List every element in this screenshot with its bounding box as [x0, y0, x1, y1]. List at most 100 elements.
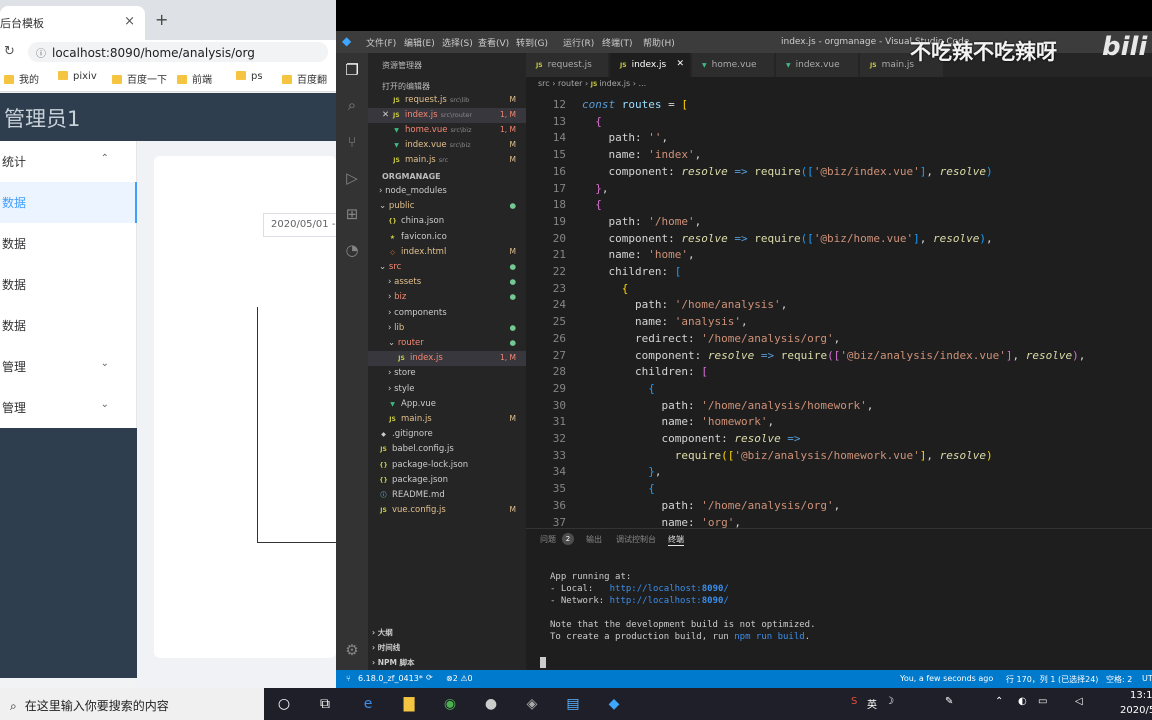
breadcrumb-item[interactable]: ... — [639, 79, 647, 88]
breadcrumb-item[interactable]: index.js — [599, 79, 630, 88]
menu-item[interactable]: 帮助(H) — [643, 36, 675, 49]
folder-item[interactable]: › style — [368, 382, 526, 397]
code-editor[interactable]: 12 const routes = [13 {14 path: '', 15 nam… — [526, 92, 1152, 528]
source-control-icon[interactable]: ⑂ — [343, 133, 361, 151]
sidebar-menu-item[interactable]: 管理 ⌄ — [0, 387, 137, 428]
menu-item[interactable]: 转到(G) — [516, 36, 548, 49]
bookmark-item[interactable]: 我的 — [4, 71, 39, 86]
chevron-up-icon[interactable]: ⌃ — [995, 696, 1003, 707]
file-item[interactable]: {} package.json — [368, 473, 526, 488]
edge-icon[interactable]: e — [357, 693, 379, 715]
breadcrumb-item[interactable]: src — [538, 79, 550, 88]
explorer-section-header[interactable]: › 时间线 — [368, 640, 526, 655]
network-icon[interactable]: ▭ — [1038, 696, 1047, 707]
app-book-icon[interactable]: ▤ — [562, 693, 584, 715]
folder-item[interactable]: › biz ● — [368, 290, 526, 305]
folder-item[interactable]: › node_modules — [368, 184, 526, 199]
menu-item[interactable]: 选择(S) — [442, 36, 473, 49]
menu-item[interactable]: 查看(V) — [478, 36, 509, 49]
new-tab-button[interactable]: + — [155, 10, 168, 29]
editor-tab[interactable]: JS index.js ✕ — [610, 53, 691, 77]
clock-date[interactable]: 2020/5 — [1120, 705, 1152, 716]
menu-item[interactable]: 运行(R) — [563, 36, 594, 49]
file-item[interactable]: ★ favicon.ico — [368, 230, 526, 245]
folder-item[interactable]: ⌄ public ● — [368, 199, 526, 214]
panel-tab[interactable]: 终端 — [668, 534, 684, 546]
url-field[interactable]: ⓘ localhost:8090/home/analysis/org — [28, 42, 328, 62]
open-editor-item[interactable]: ▼ home.vue src\biz 1, M — [368, 123, 526, 138]
browser-tab[interactable]: 后台模板 × — [0, 6, 145, 40]
menu-item[interactable]: 终端(T) — [602, 36, 633, 49]
clock-time[interactable]: 13:1 — [1130, 690, 1152, 701]
sogou-icon[interactable]: S — [851, 696, 857, 707]
open-editor-item[interactable]: ▼ index.vue src\biz M — [368, 138, 526, 153]
cortana-icon[interactable]: ○ — [273, 693, 295, 715]
file-item[interactable]: JS babel.config.js — [368, 442, 526, 457]
file-item[interactable]: JS vue.config.js M — [368, 503, 526, 518]
file-item[interactable]: JS main.js M — [368, 412, 526, 427]
git-branch[interactable]: 6.18.0_zf_0413* — [358, 674, 423, 683]
bookmark-item[interactable]: ps — [236, 71, 263, 82]
gear-icon[interactable]: ⚙ — [343, 641, 361, 659]
timeline-icon[interactable]: ◔ — [343, 241, 361, 259]
file-item[interactable]: ⓘ README.md — [368, 488, 526, 503]
file-item[interactable]: {} china.json — [368, 214, 526, 229]
file-explorer-icon[interactable]: ▇ — [398, 693, 420, 715]
app-icon[interactable]: ◈ — [521, 693, 543, 715]
panel-tab[interactable]: 问题 — [540, 534, 556, 545]
task-view-icon[interactable]: ⧉ — [314, 693, 336, 715]
shield-icon[interactable]: ◐ — [1018, 696, 1027, 707]
editor-tab[interactable]: JS request.js — [526, 53, 609, 77]
file-item[interactable]: ▼ App.vue — [368, 397, 526, 412]
volume-icon[interactable]: ◁ — [1075, 696, 1083, 707]
close-tab-icon[interactable]: × — [124, 14, 135, 29]
reload-icon[interactable]: ↻ — [4, 44, 15, 59]
vscode-taskbar-icon[interactable]: ◆ — [603, 693, 625, 715]
sync-icon[interactable]: ⟳ — [426, 673, 433, 682]
sidebar-menu-item[interactable]: 数据 — [0, 223, 137, 264]
app-avatar-icon[interactable]: ● — [480, 693, 502, 715]
wrench-icon[interactable]: ✎ — [945, 696, 953, 707]
file-item[interactable]: {} package-lock.json — [368, 458, 526, 473]
taskbar-search[interactable]: ⌕ 在这里输入你要搜索的内容 — [0, 688, 264, 720]
file-item[interactable]: JS index.js 1, M — [368, 351, 526, 367]
open-editor-item[interactable]: ✕ JS index.js src\router 1, M — [368, 108, 526, 123]
open-editors-header[interactable]: 打开的编辑器 — [382, 81, 430, 92]
folder-item[interactable]: ⌄ router ● — [368, 336, 526, 351]
chrome-icon[interactable]: ◉ — [439, 693, 461, 715]
sidebar-menu-item[interactable]: 数据 — [0, 264, 137, 305]
project-header[interactable]: ORGMANAGE — [382, 172, 441, 181]
bookmark-item[interactable]: 前端 — [177, 71, 212, 86]
panel-tab[interactable]: 调试控制台 — [616, 534, 656, 545]
close-editor-icon[interactable]: ✕ — [382, 110, 392, 120]
bookmark-item[interactable]: 百度翻 — [282, 71, 327, 86]
sidebar-menu-item[interactable]: 统计 ⌃ — [0, 141, 137, 182]
breadcrumb-item[interactable]: router — [558, 79, 582, 88]
cursor-position[interactable]: 行 170，列 1 (已选择24) — [1006, 674, 1098, 685]
extensions-icon[interactable]: ⊞ — [343, 205, 361, 223]
editor-tab[interactable]: ▼ home.vue — [692, 53, 775, 77]
info-icon[interactable]: ⓘ — [36, 49, 46, 60]
folder-item[interactable]: › assets ● — [368, 275, 526, 290]
panel-tab[interactable]: 输出 — [586, 534, 602, 545]
encoding-setting[interactable]: UTF — [1142, 674, 1152, 683]
open-editor-item[interactable]: JS request.js src\lib M — [368, 93, 526, 108]
folder-item[interactable]: › components — [368, 306, 526, 321]
file-item[interactable]: ◇ index.html M — [368, 245, 526, 260]
indent-setting[interactable]: 空格: 2 — [1106, 674, 1132, 685]
close-tab-icon[interactable]: ✕ — [676, 59, 684, 69]
menu-item[interactable]: 编辑(E) — [404, 36, 435, 49]
menu-item[interactable]: 文件(F) — [366, 36, 396, 49]
editor-tab[interactable]: ▼ index.vue — [776, 53, 859, 77]
sidebar-menu-item[interactable]: 数据 — [0, 182, 137, 223]
folder-item[interactable]: › store — [368, 366, 526, 381]
date-range-picker[interactable]: 2020/05/01 - 2 — [263, 213, 336, 237]
folder-item[interactable]: ⌄ src ● — [368, 260, 526, 275]
sidebar-menu-item[interactable]: 数据 — [0, 305, 137, 346]
ime-mode[interactable]: 英 — [867, 696, 877, 711]
problems-status[interactable]: ⊗2 ⚠0 — [446, 674, 473, 683]
search-icon[interactable]: ⌕ — [343, 96, 361, 114]
run-debug-icon[interactable]: ▷ — [343, 169, 361, 187]
explorer-icon[interactable]: ❐ — [343, 61, 361, 79]
bookmark-item[interactable]: 百度一下 — [112, 71, 167, 86]
